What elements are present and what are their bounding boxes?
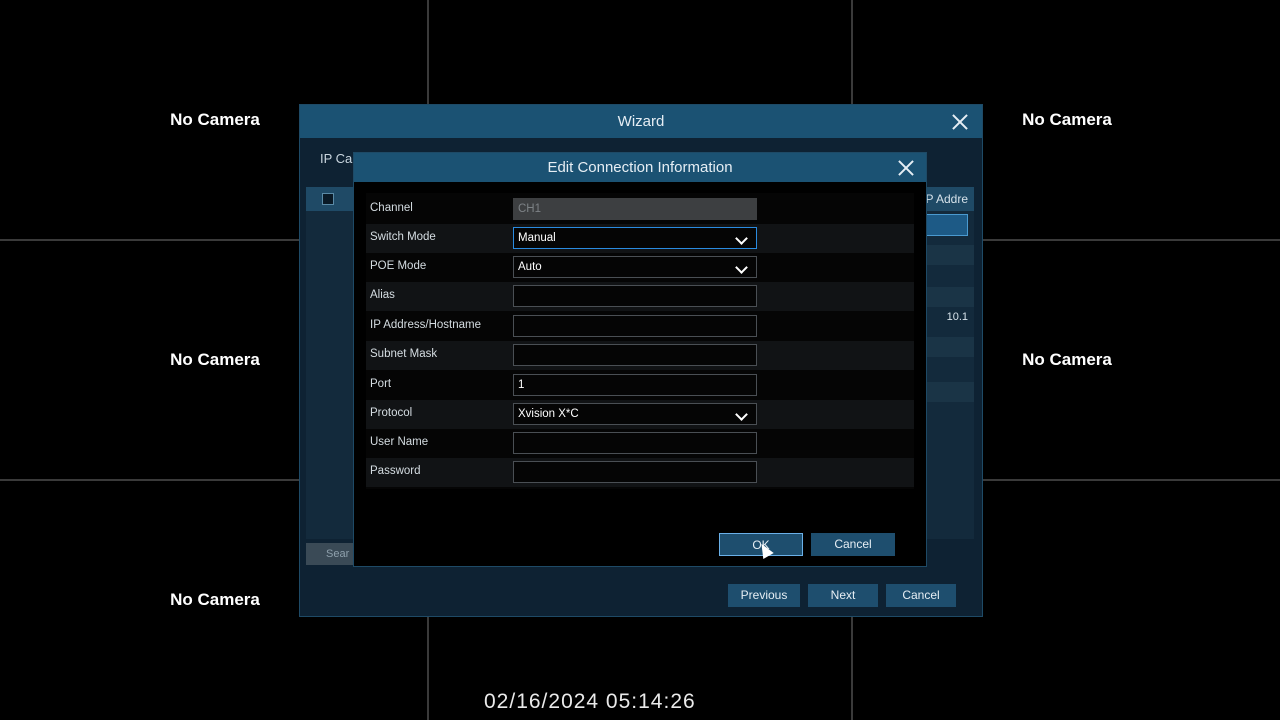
edit-connection-dialog: Edit Connection Information Channel CH1 …: [353, 152, 927, 567]
select-value: Xvision X*C: [518, 408, 579, 420]
field-label: POE Mode: [370, 260, 427, 272]
channel-field: CH1: [513, 198, 757, 220]
select-all-checkbox[interactable]: [322, 193, 334, 205]
no-camera-label: No Camera: [170, 110, 260, 129]
next-button[interactable]: Next: [808, 584, 878, 607]
form-row-user-name: User Name: [366, 429, 914, 458]
no-camera-label: No Camera: [170, 350, 260, 369]
previous-button[interactable]: Previous: [728, 584, 800, 607]
subnet-mask-input[interactable]: [513, 344, 757, 366]
dialog-cancel-button[interactable]: Cancel: [811, 533, 895, 556]
no-camera-label: No Camera: [1022, 350, 1112, 369]
dialog-close-icon[interactable]: [898, 160, 914, 176]
form-row-subnet-mask: Subnet Mask: [366, 341, 914, 370]
select-value: Auto: [518, 261, 542, 273]
no-camera-label: No Camera: [1022, 110, 1112, 129]
user-name-input[interactable]: [513, 432, 757, 454]
chevron-down-icon: [735, 232, 748, 245]
alias-input[interactable]: [513, 285, 757, 307]
wizard-close-icon[interactable]: [952, 114, 968, 130]
form-row-password: Password: [366, 458, 914, 487]
form-row-channel: Channel CH1: [366, 195, 914, 224]
field-label: Channel: [370, 202, 413, 214]
form-row-switch-mode: Switch Mode Manual: [366, 224, 914, 253]
field-label: Protocol: [370, 407, 413, 419]
field-label: Subnet Mask: [370, 348, 438, 360]
wizard-title: Wizard: [300, 105, 982, 138]
field-label: Password: [370, 465, 421, 477]
field-label: Switch Mode: [370, 231, 436, 243]
timestamp: 02/16/2024 05:14:26: [484, 690, 696, 713]
switch-mode-select[interactable]: Manual: [513, 227, 757, 249]
poe-mode-select[interactable]: Auto: [513, 256, 757, 278]
wizard-cancel-button[interactable]: Cancel: [886, 584, 956, 607]
chevron-down-icon: [735, 408, 748, 421]
field-label: Port: [370, 378, 392, 390]
ip-address-input[interactable]: [513, 315, 757, 337]
nvr-screen: No Camera No Camera No Camera No Camera …: [0, 0, 1280, 720]
protocol-select[interactable]: Xvision X*C: [513, 403, 757, 425]
form-row-ip-address: IP Address/Hostname: [366, 312, 914, 341]
form-row-poe-mode: POE Mode Auto: [366, 253, 914, 282]
chevron-down-icon: [735, 261, 748, 274]
port-input[interactable]: 1: [513, 374, 757, 396]
wizard-tab-ip-camera[interactable]: IP Ca: [320, 151, 352, 166]
ip-address-cell: 10.1: [946, 311, 968, 323]
dialog-form: Channel CH1 Switch Mode Manual POE Mode …: [366, 193, 914, 489]
form-row-protocol: Protocol Xvision X*C: [366, 400, 914, 429]
ip-address-column-header: P Addre: [925, 192, 968, 206]
form-row-port: Port 1: [366, 371, 914, 400]
field-label: IP Address/Hostname: [370, 319, 482, 331]
password-input[interactable]: [513, 461, 757, 483]
field-label: User Name: [370, 436, 429, 448]
no-camera-label: No Camera: [170, 590, 260, 609]
form-row-alias: Alias: [366, 282, 914, 311]
select-value: Manual: [518, 232, 556, 244]
dialog-title: Edit Connection Information: [354, 153, 926, 182]
field-label: Alias: [370, 289, 395, 301]
